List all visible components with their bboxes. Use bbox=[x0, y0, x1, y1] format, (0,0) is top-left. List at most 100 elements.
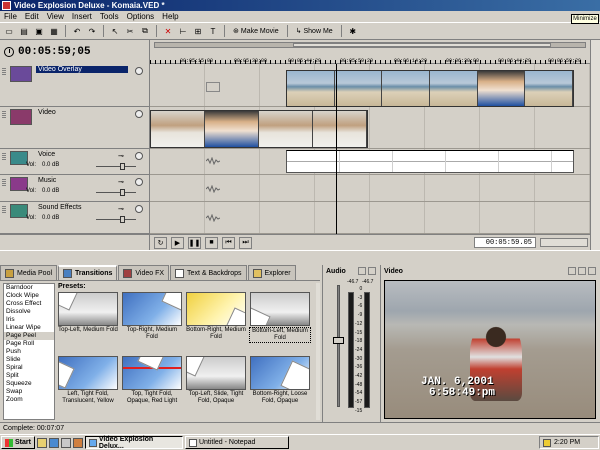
list-item[interactable]: Squeeze bbox=[4, 380, 54, 388]
lane-sound-effects[interactable] bbox=[150, 202, 590, 234]
drag-grip-icon[interactable] bbox=[2, 152, 6, 160]
quicklaunch-explorer-icon[interactable] bbox=[60, 437, 71, 448]
transition-effects-list[interactable]: Barndoor Clock Wipe Cross Effect Dissolv… bbox=[3, 283, 55, 420]
list-item[interactable]: Iris bbox=[4, 316, 54, 324]
quicklaunch-media-icon[interactable] bbox=[72, 437, 83, 448]
loop-icon[interactable]: ↻ bbox=[154, 236, 167, 249]
tab-text-backdrops[interactable]: Text & Backdrops bbox=[170, 265, 247, 280]
quicklaunch-browser-icon[interactable] bbox=[48, 437, 59, 448]
list-item[interactable]: Dissolve bbox=[4, 308, 54, 316]
new-file-icon[interactable]: ▭ bbox=[3, 25, 15, 37]
record-mic-icon[interactable]: ⊸ bbox=[118, 152, 124, 160]
panel-splitter[interactable] bbox=[0, 250, 600, 265]
print-icon[interactable]: ▦ bbox=[48, 25, 60, 37]
wizard-icon[interactable]: ✱ bbox=[347, 25, 359, 37]
track-header-voice[interactable]: Voice ⊸ Vol: 0.0 dB bbox=[0, 149, 150, 175]
list-item[interactable]: Clock Wipe bbox=[4, 292, 54, 300]
snapshot-icon[interactable] bbox=[568, 267, 576, 275]
drag-grip-icon[interactable] bbox=[2, 67, 6, 75]
slider-knob[interactable] bbox=[120, 216, 125, 223]
lane-video[interactable] bbox=[150, 107, 590, 149]
video-options-icon[interactable] bbox=[578, 267, 586, 275]
make-movie-button[interactable]: ⊛ Make Movie bbox=[230, 27, 282, 36]
audio-options-icon[interactable] bbox=[358, 267, 366, 275]
list-item[interactable]: Page Roll bbox=[4, 340, 54, 348]
menu-options[interactable]: Options bbox=[127, 11, 155, 22]
track-mute-icon[interactable] bbox=[135, 205, 143, 213]
audio-dock-icon[interactable] bbox=[368, 267, 376, 275]
menu-view[interactable]: View bbox=[47, 11, 64, 22]
preset-tile[interactable]: Top-Right, Medium Fold bbox=[121, 292, 183, 356]
tab-explorer[interactable]: Explorer bbox=[247, 265, 296, 280]
video-dock-icon[interactable] bbox=[588, 267, 596, 275]
preset-tile[interactable]: Left, Tight Fold, Translucent, Yellow bbox=[57, 356, 119, 420]
timeline-vertical-scrollbar[interactable] bbox=[590, 40, 600, 250]
record-mic-icon[interactable]: ⊸ bbox=[118, 178, 124, 186]
copy-icon[interactable]: ⧉ bbox=[139, 25, 151, 37]
list-item[interactable]: Zoom bbox=[4, 396, 54, 404]
timeline-playhead[interactable] bbox=[336, 64, 337, 234]
tab-media-pool[interactable]: Media Pool bbox=[0, 265, 58, 280]
track-name-music[interactable]: Music bbox=[36, 177, 58, 184]
track-name-sound-effects[interactable]: Sound Effects bbox=[36, 204, 83, 211]
track-mute-icon[interactable] bbox=[135, 110, 143, 118]
tab-transitions[interactable]: Transitions bbox=[58, 265, 118, 280]
preset-tile[interactable]: Top-Left, Slide, Tight Fold, Opaque bbox=[185, 356, 247, 420]
voice-audio-clip[interactable] bbox=[286, 150, 574, 173]
pointer-icon[interactable]: ↖ bbox=[109, 25, 121, 37]
track-name-video-overlay[interactable]: Video Overlay bbox=[36, 66, 128, 73]
timeline-horizontal-scrollbar[interactable] bbox=[540, 238, 588, 247]
trim-icon[interactable]: ⊢ bbox=[177, 25, 189, 37]
lane-video-overlay[interactable] bbox=[150, 64, 590, 107]
snap-icon[interactable]: ⊞ bbox=[192, 25, 204, 37]
start-button[interactable]: Start bbox=[1, 436, 35, 449]
show-me-button[interactable]: ↳ Show Me bbox=[293, 27, 336, 36]
overview-thumb[interactable] bbox=[292, 43, 551, 47]
presets-scrollbar[interactable] bbox=[316, 283, 320, 420]
go-to-end-icon[interactable]: ⏭ bbox=[239, 236, 252, 249]
open-folder-icon[interactable]: ▤ bbox=[18, 25, 30, 37]
drag-grip-icon[interactable] bbox=[2, 178, 6, 186]
speaker-tray-icon[interactable] bbox=[543, 438, 551, 447]
preset-tile[interactable]: Top-Left, Medium Fold bbox=[57, 292, 119, 356]
tab-video-fx[interactable]: Video FX bbox=[118, 265, 170, 280]
lane-music[interactable] bbox=[150, 175, 590, 202]
list-item[interactable]: Barndoor bbox=[4, 284, 54, 292]
overlay-clip[interactable] bbox=[286, 70, 574, 107]
master-fader-track[interactable] bbox=[337, 285, 340, 407]
list-item[interactable]: Swap bbox=[4, 388, 54, 396]
record-mic-icon[interactable]: ⊸ bbox=[118, 205, 124, 213]
menu-edit[interactable]: Edit bbox=[25, 11, 39, 22]
list-item-selected[interactable]: Page Peel bbox=[4, 332, 54, 340]
menu-insert[interactable]: Insert bbox=[72, 11, 92, 22]
preset-tile[interactable]: Top, Tight Fold, Opaque, Red Light bbox=[121, 356, 183, 420]
track-mute-icon[interactable] bbox=[135, 67, 143, 75]
split-clip-icon[interactable]: ✕ bbox=[162, 25, 174, 37]
preset-tile[interactable]: Bottom-Right, Medium Fold bbox=[185, 292, 247, 356]
undo-icon[interactable]: ↶ bbox=[71, 25, 83, 37]
menu-tools[interactable]: Tools bbox=[100, 11, 119, 22]
pause-icon[interactable]: ❚❚ bbox=[188, 236, 201, 249]
preset-tile-selected[interactable]: Bottom-Left, Medium Fold bbox=[249, 292, 311, 356]
save-icon[interactable]: ▣ bbox=[33, 25, 45, 37]
list-item[interactable]: Linear Wipe bbox=[4, 324, 54, 332]
timeline-ruler[interactable]: 00:05:15;00 00:05:30;00 00:05:44;29 00:0… bbox=[150, 40, 590, 64]
cut-icon[interactable]: ✂ bbox=[124, 25, 136, 37]
track-name-video[interactable]: Video bbox=[36, 109, 58, 116]
menu-file[interactable]: File bbox=[4, 11, 17, 22]
list-item[interactable]: Split bbox=[4, 372, 54, 380]
track-name-voice[interactable]: Voice bbox=[36, 151, 57, 158]
track-header-video[interactable]: Video bbox=[0, 107, 150, 149]
go-to-start-icon[interactable]: ⏮ bbox=[222, 236, 235, 249]
stop-icon[interactable]: ■ bbox=[205, 236, 218, 249]
redo-icon[interactable]: ↷ bbox=[86, 25, 98, 37]
list-item[interactable]: Slide bbox=[4, 356, 54, 364]
menu-help[interactable]: Help bbox=[162, 11, 178, 22]
master-fader-knob[interactable] bbox=[333, 337, 344, 344]
lane-voice[interactable] bbox=[150, 149, 590, 175]
sound-effects-volume-slider[interactable] bbox=[96, 216, 136, 223]
drag-grip-icon[interactable] bbox=[2, 205, 6, 213]
list-item[interactable]: Push bbox=[4, 348, 54, 356]
track-header-music[interactable]: Music ⊸ Vol: 0.0 dB bbox=[0, 175, 150, 202]
preset-tile[interactable]: Bottom-Right, Loose Fold, Opaque bbox=[249, 356, 311, 420]
